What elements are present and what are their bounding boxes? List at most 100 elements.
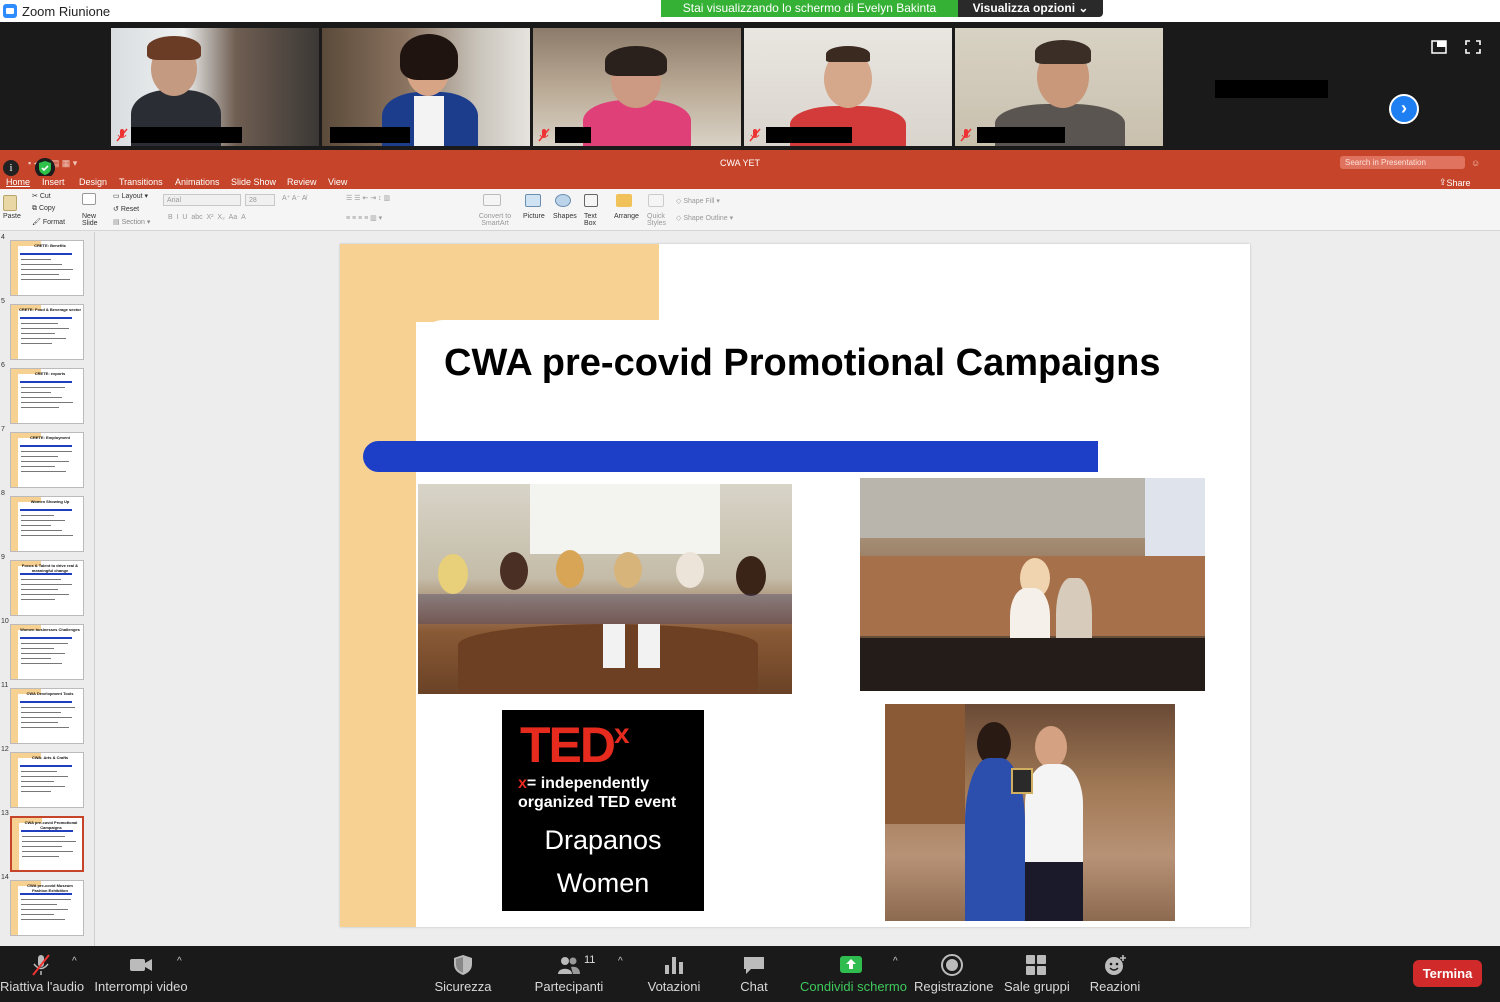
shape-fill-button[interactable]: ◇ Shape Fill ▾ — [676, 197, 720, 205]
tab-transitions[interactable]: Transitions — [119, 177, 163, 187]
zoom-window: Zoom Riunione Stai visualizzando lo sche… — [0, 0, 1500, 1002]
slide-thumbnail[interactable]: CRETE: exports — [10, 368, 84, 424]
security-shield-icon[interactable] — [35, 158, 55, 178]
list-indent-icons[interactable]: ☰ ☰ ⇤ ⇥ ↕ ▥ — [346, 194, 390, 202]
slide-number: 11 — [1, 682, 9, 689]
format-label: Format — [42, 219, 66, 226]
tab-review[interactable]: Review — [287, 177, 317, 187]
slide-thumbnail[interactable]: CRETE: Food & Beverage sector — [10, 304, 84, 360]
reset-button[interactable]: ↺ Reset — [113, 205, 139, 213]
tab-slide-show[interactable]: Slide Show — [231, 177, 276, 187]
smiley-plus-icon — [1105, 955, 1126, 975]
share-options-caret-icon[interactable]: ^ — [893, 956, 898, 967]
thumb-text-line — [21, 781, 54, 782]
paste-icon[interactable] — [3, 195, 17, 211]
tab-design[interactable]: Design — [79, 177, 107, 187]
stop-video-button[interactable]: Interrompi video — [94, 946, 188, 1002]
thumb-text-line — [21, 909, 68, 910]
text-box-icon[interactable] — [584, 194, 598, 207]
share-screen-label: Condividi schermo — [800, 979, 907, 994]
alignment-icons[interactable]: ≡ ≡ ≡ ≡ ▥ ▾ — [346, 214, 382, 222]
text-format-icons[interactable]: B I U abc X² X₂ Aa A — [168, 214, 246, 221]
polls-button[interactable]: Votazioni — [646, 946, 702, 1002]
slide-thumbnail[interactable]: CRETE: Employment — [10, 432, 84, 488]
thumb-yellow-band — [11, 561, 18, 615]
layout-switch-icon[interactable] — [1431, 40, 1447, 54]
slide-thumbnail[interactable]: Focus & Talent to drive real & meaningfu… — [10, 560, 84, 616]
tab-home[interactable]: Home — [6, 177, 30, 187]
search-presentation-input[interactable]: Search in Presentation — [1340, 156, 1465, 169]
smartart-icon[interactable] — [483, 194, 501, 206]
share-button[interactable]: ⇪ Share — [1439, 177, 1471, 188]
participants-label: Partecipanti — [534, 979, 604, 994]
participant-video-tile[interactable] — [744, 28, 952, 146]
thumb-text-line — [21, 343, 52, 344]
thumb-text-line — [21, 407, 59, 408]
slide-number: 12 — [1, 746, 9, 753]
thumb-text-line — [21, 456, 58, 457]
slide-thumbnail[interactable]: Women businesses Challenges — [10, 624, 84, 680]
shape-outline-button[interactable]: ◇ Shape Outline ▾ — [676, 214, 733, 222]
video-options-caret-icon[interactable]: ^ — [177, 956, 182, 967]
cut-button[interactable]: ✂ Cut — [32, 192, 51, 200]
layout-button[interactable]: ▭ Layout ▾ — [113, 192, 148, 200]
end-meeting-button[interactable]: Termina — [1413, 960, 1482, 987]
thumb-text-line — [21, 594, 69, 595]
thumb-text-line — [21, 530, 62, 531]
participants-options-caret-icon[interactable]: ^ — [618, 956, 623, 967]
section-button[interactable]: ▤ Section ▾ — [113, 218, 150, 226]
participants-button[interactable]: 11 Partecipanti — [532, 946, 606, 1002]
quick-styles-icon[interactable] — [648, 194, 664, 207]
slide-thumbnail[interactable]: CRETE: Benefits — [10, 240, 84, 296]
record-label: Registrazione — [914, 979, 994, 994]
slide-thumbnail[interactable]: CWA Development Tools — [10, 688, 84, 744]
thumb-title: CRETE: Employment — [29, 435, 70, 440]
thumb-yellow-band — [11, 433, 18, 487]
tab-insert[interactable]: Insert — [42, 177, 65, 187]
slide-thumbnail-selected[interactable]: CWA pre-covid Promotional Campaigns — [10, 816, 84, 872]
thumb-yellow-band — [11, 625, 18, 679]
thumb-text-line — [21, 707, 75, 708]
thumb-text-line — [21, 333, 55, 334]
format-painter-button[interactable]: 🖌 Format — [32, 218, 65, 226]
arrange-icon[interactable] — [616, 194, 632, 207]
tab-animations[interactable]: Animations — [175, 177, 220, 187]
thumb-title: Women Showing Up — [30, 499, 70, 504]
info-icon[interactable]: i — [3, 160, 19, 176]
font-size-select[interactable]: 28 — [245, 194, 275, 206]
font-grow-shrink-icons[interactable]: A⁺ A⁻ A̸ — [282, 194, 307, 202]
participant-video-tile[interactable] — [533, 28, 741, 146]
slide-thumbnail[interactable]: Women Showing Up — [10, 496, 84, 552]
copy-button[interactable]: ⧉ Copy — [32, 205, 55, 213]
video-strip: › — [0, 22, 1500, 166]
meeting-info-overlay: i — [1, 158, 61, 178]
breakout-rooms-button[interactable]: Sale gruppi — [1004, 946, 1070, 1002]
unmute-audio-button[interactable]: Riattiva l'audio — [0, 946, 84, 1002]
audio-options-caret-icon[interactable]: ^ — [72, 956, 77, 967]
slide-number: 6 — [1, 362, 5, 369]
next-page-arrow-button[interactable]: › — [1389, 94, 1419, 124]
tab-view[interactable]: View — [328, 177, 347, 187]
participant-video-tile[interactable] — [955, 28, 1163, 146]
slide-thumbnail[interactable]: CWA: Arts & Crafts — [10, 752, 84, 808]
view-options-button[interactable]: Visualizza opzioni ⌄ — [958, 0, 1103, 17]
security-button[interactable]: Sicurezza — [430, 946, 496, 1002]
arrange-label: Arrange — [614, 213, 639, 220]
active-speaker-video-tile[interactable] — [322, 28, 530, 146]
slide-thumbnail[interactable]: CWA pre-covid Museum Fashion Exhibition — [10, 880, 84, 936]
thumb-yellow-band — [11, 689, 18, 743]
shapes-icon[interactable] — [555, 194, 571, 207]
record-button[interactable]: Registrazione — [914, 946, 994, 1002]
font-name-select[interactable]: Arial — [163, 194, 241, 206]
picture-icon[interactable] — [525, 194, 541, 207]
feedback-icon[interactable]: ☺ — [1471, 158, 1480, 168]
new-slide-icon[interactable] — [82, 193, 96, 205]
share-screen-button[interactable]: Condividi schermo — [800, 946, 907, 1002]
thumb-text-line — [21, 648, 54, 649]
reactions-button[interactable]: Reazioni — [1088, 946, 1142, 1002]
chat-button[interactable]: Chat — [732, 946, 776, 1002]
breakout-rooms-icon — [1026, 955, 1046, 975]
fullscreen-icon[interactable] — [1465, 40, 1481, 54]
copy-label: Copy — [38, 205, 56, 212]
participant-video-tile[interactable] — [111, 28, 319, 146]
